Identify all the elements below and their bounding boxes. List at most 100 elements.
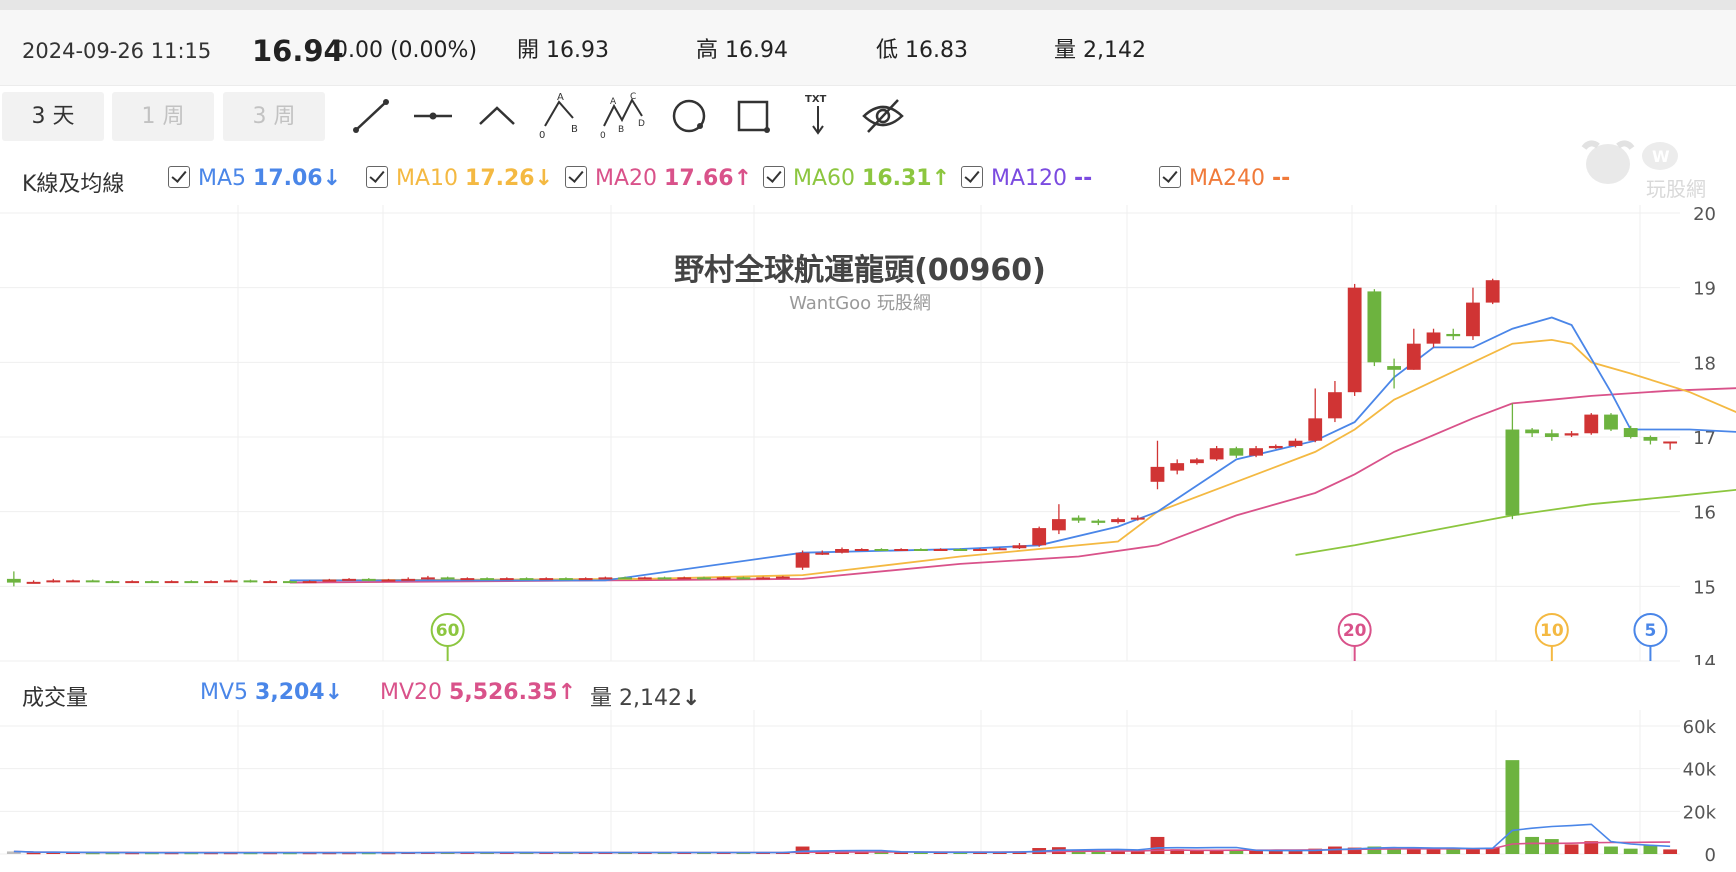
ma60-checkbox[interactable]	[763, 166, 785, 188]
volume-bar	[1525, 836, 1540, 854]
candle-body	[46, 580, 61, 583]
range-3-days-button[interactable]: 3 天	[2, 92, 104, 141]
range-3-weeks-button[interactable]: 3 周	[223, 92, 325, 141]
candle-body	[913, 549, 928, 551]
ma20-value: 17.66	[664, 166, 734, 191]
candle-body	[1525, 429, 1540, 434]
candle-body	[460, 578, 475, 581]
circle-tool-icon[interactable]	[666, 92, 712, 140]
ma-marker-label: 20	[1343, 621, 1367, 641]
candle-body	[381, 579, 396, 582]
volume-legend: 成交量 MV5 3,204↓ MV20 5,526.35↑ 量 2,142↓	[0, 678, 1736, 714]
range-1-week-button[interactable]: 1 周	[112, 92, 214, 141]
candle-body	[618, 577, 633, 580]
ma60-label: MA60	[793, 166, 856, 191]
quote-bar: 2024-09-26 11:15 16.94 0.00 (0.00%) 開 16…	[0, 10, 1736, 86]
ma240-label: MA240	[1189, 166, 1266, 191]
candle-body	[1505, 429, 1520, 516]
ma-marker-label: 5	[1645, 621, 1657, 641]
candle-body	[401, 578, 416, 581]
ma5-value: 17.06	[253, 166, 323, 191]
candle-body	[835, 549, 849, 553]
ma60-value: 16.31	[862, 166, 932, 191]
volume-bar	[1229, 850, 1244, 854]
ma60-toggle[interactable]: MA60 16.31↑	[763, 166, 950, 191]
candle-body	[302, 581, 317, 584]
candle-body	[1604, 414, 1618, 430]
candle-body	[223, 580, 238, 583]
candle-body	[1170, 463, 1185, 471]
candle-body	[874, 549, 889, 551]
rectangle-tool-icon[interactable]	[730, 92, 776, 140]
quote-low: 低 16.83	[876, 38, 968, 63]
candle-body	[1051, 519, 1066, 531]
candle-body	[1367, 291, 1382, 363]
volume-bar	[1150, 836, 1165, 854]
chart-subtitle: WantGoo 玩股網	[789, 293, 931, 314]
ma20-toggle[interactable]: MA20 17.66↑	[565, 166, 752, 191]
ma-marker-label: 10	[1540, 621, 1564, 641]
ma120-checkbox[interactable]	[961, 166, 983, 188]
volume-bar	[1564, 844, 1579, 854]
abcd-wave-tool-icon[interactable]: A C 0 B D	[600, 92, 646, 140]
horizontal-line-tool-icon[interactable]	[410, 92, 456, 140]
candle-body	[1663, 441, 1678, 444]
candle-body	[144, 581, 159, 584]
volume-bar	[1544, 839, 1559, 854]
volume-bar	[1288, 851, 1303, 854]
hide-drawings-eye-icon[interactable]	[860, 92, 906, 140]
ma10-checkbox[interactable]	[366, 166, 388, 188]
text-annotation-tool-icon[interactable]: TXT	[795, 92, 841, 140]
candle-body	[342, 578, 356, 581]
candle-body	[637, 577, 652, 580]
ma10-label: MA10	[396, 166, 459, 191]
candle-body	[1308, 418, 1323, 441]
svg-text:TXT: TXT	[805, 94, 827, 105]
candle-body	[105, 581, 120, 584]
mv5-legend: MV5 3,204↓	[200, 680, 343, 705]
trend-line-tool-icon[interactable]	[348, 92, 394, 140]
ma120-toggle[interactable]: MA120 --	[961, 166, 1092, 191]
candle-body	[1564, 433, 1579, 436]
toolbar: 3 天 1 周 3 周 A 0 B A C 0 B D TXT	[0, 92, 1736, 144]
candle-body	[815, 552, 830, 555]
candle-body	[1229, 448, 1244, 456]
svg-text:A: A	[557, 92, 564, 103]
ma20-checkbox[interactable]	[565, 166, 587, 188]
volume-bar	[1643, 845, 1658, 854]
ma240-toggle[interactable]: MA240 --	[1159, 166, 1290, 191]
candle-body	[1209, 448, 1224, 460]
candle-body	[795, 552, 810, 568]
price-tick-label: 15	[1693, 577, 1716, 598]
ma240-checkbox[interactable]	[1159, 166, 1181, 188]
candle-body	[854, 549, 869, 551]
candle-body	[26, 581, 41, 584]
candle-body	[480, 578, 494, 581]
quote-high: 高 16.94	[696, 38, 788, 63]
candle-body	[677, 577, 692, 580]
candle-body	[1249, 448, 1263, 456]
candle-body	[421, 577, 435, 580]
mv5-value: 3,204	[255, 680, 325, 705]
candle-body	[1130, 517, 1145, 520]
candle-body	[1190, 459, 1204, 464]
candle-body	[1485, 280, 1500, 303]
quote-open: 開 16.93	[517, 38, 609, 63]
svg-text:0: 0	[600, 131, 606, 140]
candle-body	[933, 549, 948, 551]
ma5-toggle[interactable]: MA5 17.06↓	[168, 166, 341, 191]
candle-body	[756, 577, 771, 580]
price-tick-label: 20	[1693, 205, 1716, 225]
ma60-arrow-icon: ↑	[931, 166, 951, 191]
abc-wave-tool-icon[interactable]: A 0 B	[537, 92, 583, 140]
ma10-toggle[interactable]: MA10 17.26↓	[366, 166, 553, 191]
quote-datetime: 2024-09-26 11:15	[22, 39, 212, 63]
candle-body	[440, 577, 455, 580]
ma5-checkbox[interactable]	[168, 166, 190, 188]
ma20-arrow-icon: ↑	[733, 166, 753, 191]
candle-body	[736, 577, 751, 580]
volume-legend-title: 成交量	[22, 686, 89, 711]
candle-body	[1268, 445, 1283, 449]
angle-line-tool-icon[interactable]	[474, 92, 520, 140]
candle-body	[953, 549, 968, 551]
